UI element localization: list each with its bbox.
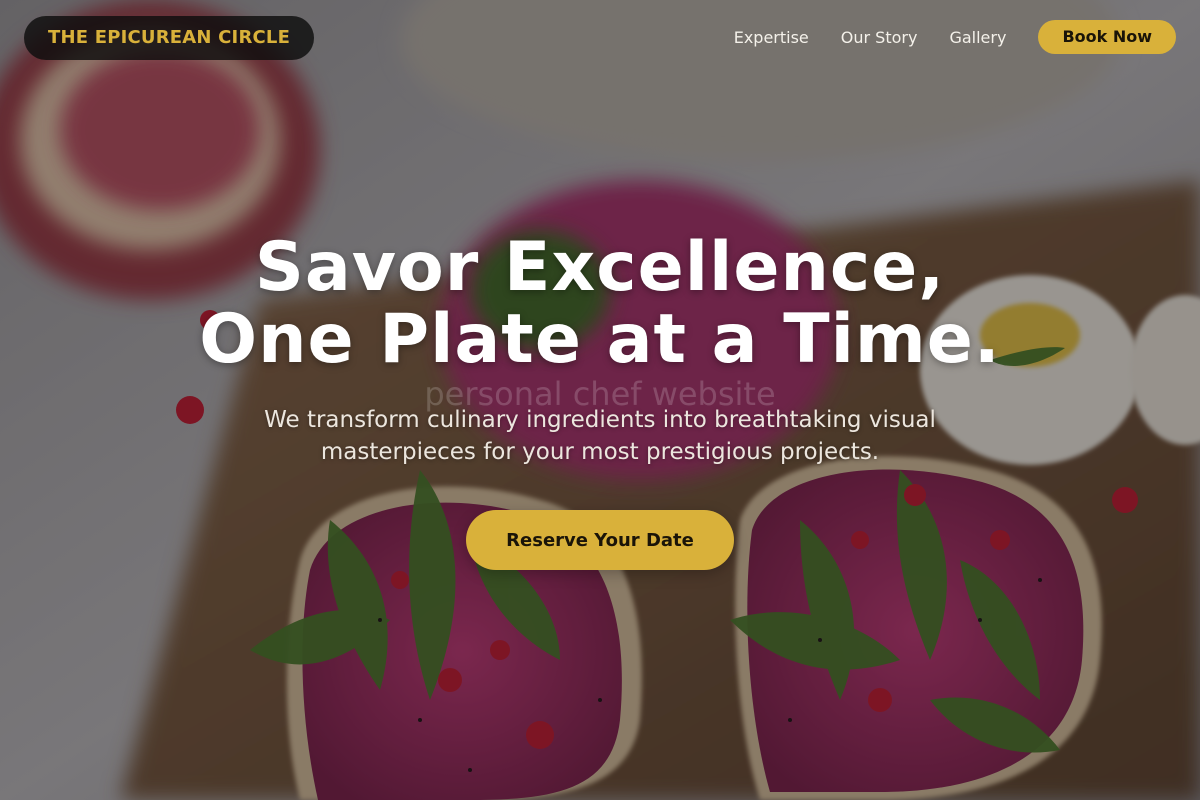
nav-link-our-story[interactable]: Our Story (841, 28, 918, 47)
main-nav: Expertise Our Story Gallery Book Now (734, 20, 1176, 54)
hero-title: Savor Excellence, One Plate at a Time. (0, 232, 1200, 376)
hero-content: Savor Excellence, One Plate at a Time. p… (0, 232, 1200, 570)
hero-title-line-2: One Plate at a Time. (199, 300, 1001, 379)
hero-subtitle: We transform culinary ingredients into b… (264, 407, 936, 465)
brand-logo[interactable]: THE EPICUREAN CIRCLE (24, 16, 315, 60)
reserve-date-button[interactable]: Reserve Your Date (466, 510, 734, 570)
nav-link-expertise[interactable]: Expertise (734, 28, 809, 47)
site-header: THE EPICUREAN CIRCLE Expertise Our Story… (0, 0, 1200, 76)
book-now-button[interactable]: Book Now (1038, 20, 1176, 54)
hero-section: THE EPICUREAN CIRCLE Expertise Our Story… (0, 0, 1200, 800)
nav-link-gallery[interactable]: Gallery (949, 28, 1006, 47)
hero-title-line-1: Savor Excellence, (254, 228, 946, 307)
